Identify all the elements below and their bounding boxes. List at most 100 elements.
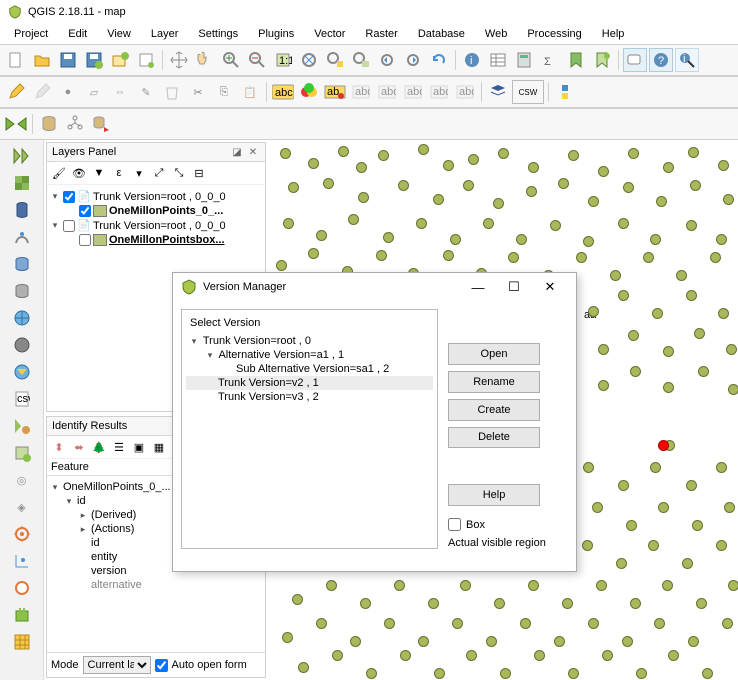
label-abc-icon[interactable]: abc <box>271 80 295 104</box>
plugin-icon[interactable] <box>8 603 36 627</box>
label-move-icon[interactable]: abc <box>401 80 425 104</box>
help-whats-this-icon[interactable]: ? <box>649 48 673 72</box>
zoom-full-icon[interactable] <box>297 48 321 72</box>
metasearch-icon[interactable] <box>486 80 510 104</box>
remove-layer-icon[interactable]: ⊟ <box>190 164 208 182</box>
layer-2[interactable]: OneMillonPointsbox... <box>109 234 225 246</box>
ver-trunk-root[interactable]: Trunk Version=root , 0 <box>203 335 311 347</box>
menu-help[interactable]: Help <box>594 26 633 42</box>
grid-icon[interactable] <box>8 630 36 654</box>
info-pointer-icon[interactable]: i <box>675 48 699 72</box>
filter-legend-icon[interactable]: 👁 <box>70 164 88 182</box>
dialog-close-icon[interactable]: ✕ <box>532 279 568 295</box>
ver-alt1[interactable]: Alternative Version=a1 , 1 <box>218 349 344 361</box>
twisty-icon[interactable]: ▾ <box>49 191 61 202</box>
new-shp-icon[interactable] <box>8 441 36 465</box>
attributes-icon[interactable] <box>486 48 510 72</box>
save-icon[interactable] <box>56 48 80 72</box>
field-calc-icon[interactable] <box>512 48 536 72</box>
stats-icon[interactable]: Σ <box>538 48 562 72</box>
twisty-icon[interactable]: ▾ <box>188 336 200 347</box>
add-feature-icon[interactable]: ● <box>56 80 80 104</box>
virtual-add-icon[interactable] <box>8 414 36 438</box>
copy-icon[interactable]: ⎘ <box>212 80 236 104</box>
maptips-icon[interactable] <box>623 48 647 72</box>
ir-list-icon[interactable]: ⬍ <box>50 438 68 456</box>
postgis-add-icon[interactable] <box>8 198 36 222</box>
composer-icon[interactable] <box>134 48 158 72</box>
menu-plugins[interactable]: Plugins <box>250 26 302 42</box>
autoform-checkbox[interactable] <box>155 659 168 672</box>
ir-tree-icon[interactable]: 🌲 <box>90 438 108 456</box>
save-edits-icon[interactable] <box>30 80 54 104</box>
layer-checkbox[interactable] <box>79 234 91 246</box>
raster-add-icon[interactable] <box>8 171 36 195</box>
delete-icon[interactable] <box>160 80 184 104</box>
pan-selection-icon[interactable] <box>193 48 217 72</box>
label-highlight-icon[interactable]: ab <box>323 80 347 104</box>
rename-button[interactable]: Rename <box>448 371 540 393</box>
spatialite-add-icon[interactable] <box>8 225 36 249</box>
new-layer-icon[interactable] <box>108 48 132 72</box>
edit-pencil-icon[interactable] <box>4 80 28 104</box>
layer-checkbox[interactable] <box>79 205 91 217</box>
dialog-minimize-icon[interactable]: — <box>460 280 496 295</box>
zoom-native-icon[interactable]: 1:1 <box>271 48 295 72</box>
paste-icon[interactable]: 📋 <box>238 80 262 104</box>
zoom-out-icon[interactable] <box>245 48 269 72</box>
mode-select[interactable]: Current la <box>83 656 151 674</box>
save-as-icon[interactable] <box>82 48 106 72</box>
twisty-icon[interactable]: ▾ <box>49 220 61 231</box>
menu-database[interactable]: Database <box>410 26 473 42</box>
expand-all-icon[interactable]: ⤢ <box>150 164 168 182</box>
db-arrow-icon[interactable] <box>89 112 113 136</box>
wms-add-icon[interactable] <box>8 306 36 330</box>
vector-add-icon[interactable] <box>8 144 36 168</box>
python-icon[interactable] <box>553 80 577 104</box>
layer-1[interactable]: OneMillonPoints_0_... <box>109 205 223 217</box>
open-project-icon[interactable] <box>30 48 54 72</box>
node-tool-icon[interactable]: ✎ <box>134 80 158 104</box>
zoom-next-icon[interactable] <box>401 48 425 72</box>
label-rotate-icon[interactable]: abc <box>427 80 451 104</box>
zoom-in-icon[interactable] <box>219 48 243 72</box>
coords-icon[interactable] <box>8 549 36 573</box>
wcs-add-icon[interactable] <box>8 333 36 357</box>
refresh-icon[interactable] <box>427 48 451 72</box>
ir-id[interactable]: id <box>77 495 86 507</box>
ver-subalt[interactable]: Sub Alternative Version=sa1 , 2 <box>236 363 389 375</box>
move-feature-icon[interactable]: ⇔ <box>108 80 132 104</box>
new-project-icon[interactable] <box>4 48 28 72</box>
collapse-all-icon[interactable]: ⤡ <box>170 164 188 182</box>
ver-v2[interactable]: Trunk Version=v2 , 1 <box>218 377 319 389</box>
menu-vector[interactable]: Vector <box>306 26 353 42</box>
label-show-icon[interactable]: abc <box>375 80 399 104</box>
label-edit-icon[interactable]: abc <box>453 80 477 104</box>
expr-filter-icon[interactable]: ε <box>110 164 128 182</box>
identify-icon[interactable]: i <box>460 48 484 72</box>
new-spatialite-icon[interactable]: ◎ <box>8 468 36 492</box>
menu-edit[interactable]: Edit <box>60 26 95 42</box>
feature-2-icon[interactable]: ▱ <box>82 80 106 104</box>
zoom-layer-icon[interactable] <box>349 48 373 72</box>
menu-layer[interactable]: Layer <box>143 26 187 42</box>
box-checkbox[interactable] <box>448 518 461 531</box>
csv-add-icon[interactable]: csv <box>8 387 36 411</box>
new-bookmark-icon[interactable] <box>590 48 614 72</box>
layer-group-checkbox[interactable] <box>63 191 75 203</box>
layer-group-2[interactable]: Trunk Version=root , 0_0_0 <box>93 220 226 232</box>
panel-undock-icon[interactable]: ◪ <box>230 145 244 159</box>
delimited-icon[interactable] <box>8 576 36 600</box>
help-button[interactable]: Help <box>448 484 540 506</box>
new-gpkg-icon[interactable]: ◈ <box>8 495 36 519</box>
ir-expand-icon[interactable]: ⬌ <box>70 438 88 456</box>
ir-derived[interactable]: (Derived) <box>91 509 136 521</box>
csw-icon[interactable]: CSW <box>512 80 544 104</box>
zoom-selection-icon[interactable] <box>323 48 347 72</box>
panel-close-icon[interactable]: ✕ <box>246 145 260 159</box>
ir-collapse-icon[interactable]: ▣ <box>130 438 148 456</box>
open-button[interactable]: Open <box>448 343 540 365</box>
twisty-icon[interactable]: ▾ <box>204 350 216 361</box>
bookmarks-icon[interactable] <box>564 48 588 72</box>
ver-v3[interactable]: Trunk Version=v3 , 2 <box>218 391 319 403</box>
